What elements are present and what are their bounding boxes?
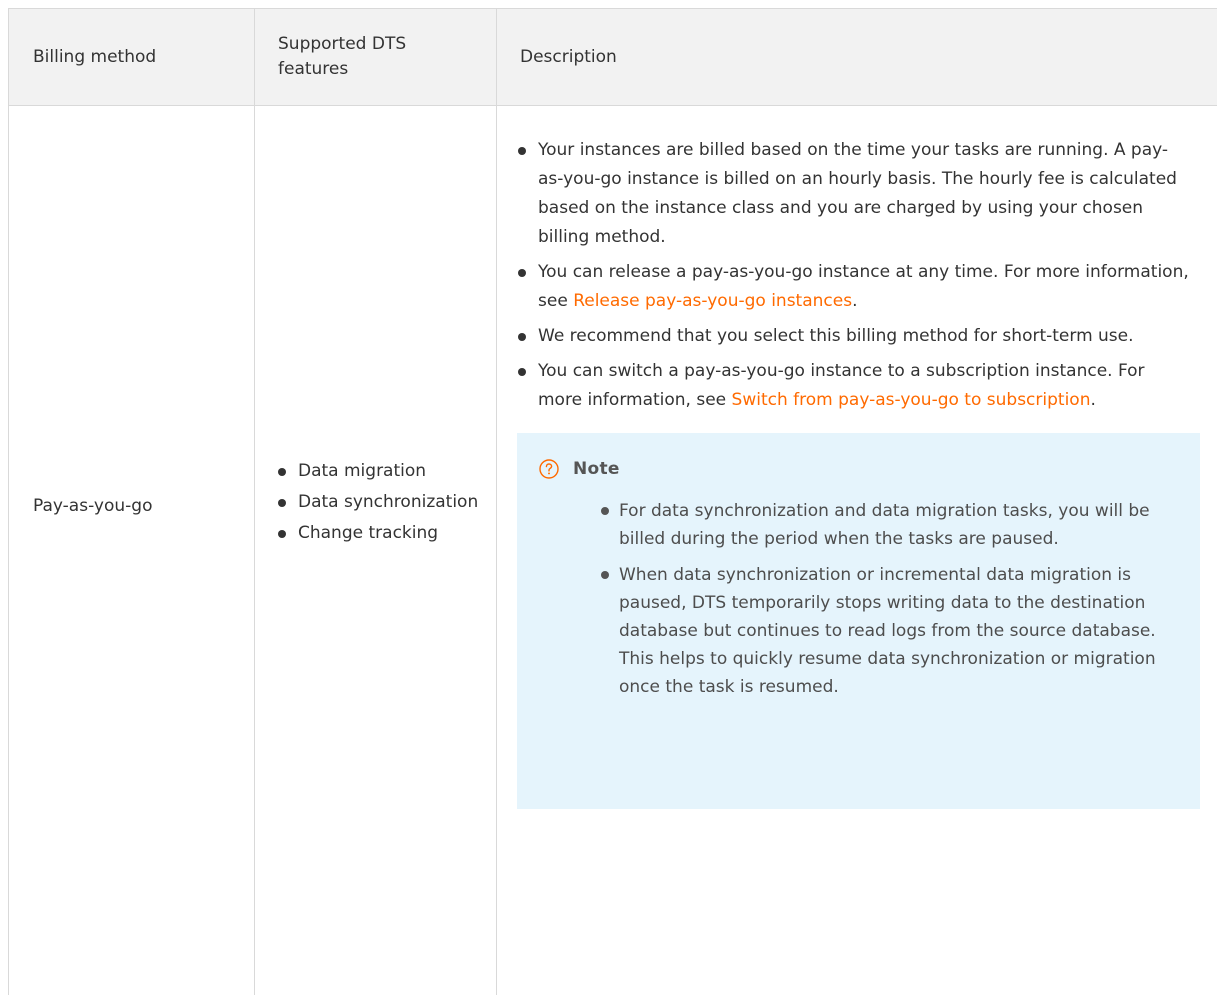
feature-label: Data synchronization [298,492,479,512]
description-cell: Your instances are billed based on the t… [496,106,1217,995]
bullet-icon [518,368,526,376]
list-item: Data synchronization [277,489,478,516]
billing-table: Billing method Supported DTS features De… [8,8,1217,995]
list-item: Change tracking [277,520,478,547]
header-billing-method: Billing method [33,46,157,67]
description-punctuation: . [852,291,858,311]
header-description: Description [520,46,617,67]
switch-billing-link[interactable]: Switch from pay-as-you-go to subscriptio… [732,390,1091,410]
features-list: Data migration Data synchronization Chan… [277,458,478,551]
release-instances-link[interactable]: Release pay-as-you-go instances [573,291,852,311]
bullet-icon [601,571,609,579]
bullet-icon [518,333,526,341]
bullet-icon [278,468,286,476]
note-callout: Note For data synchronization and data m… [517,433,1200,809]
list-item: For data synchronization and data migrat… [601,497,1170,553]
bullet-icon [518,147,526,155]
list-item: When data synchronization or incremental… [601,561,1170,701]
bullet-icon [278,499,286,507]
list-item: Your instances are billed based on the t… [517,136,1190,252]
note-title: Note [573,459,620,479]
note-header: Note [539,455,1170,483]
list-item: You can release a pay-as-you-go instance… [517,258,1190,316]
list-item: Data migration [277,458,478,485]
billing-method-cell: Pay-as-you-go [9,106,254,995]
note-text: For data synchronization and data migrat… [619,501,1150,549]
table-header-row: Billing method Supported DTS features De… [9,9,1217,106]
list-item: We recommend that you select this billin… [517,322,1190,351]
feature-label: Change tracking [298,523,439,543]
note-list: For data synchronization and data migrat… [539,497,1170,701]
description-punctuation: . [1090,390,1096,410]
note-text: When data synchronization or incremental… [619,565,1156,697]
description-text: We recommend that you select this billin… [538,326,1134,346]
list-item: You can switch a pay-as-you-go instance … [517,357,1190,415]
bullet-icon [278,530,286,538]
bullet-icon [518,269,526,277]
billing-method-value: Pay-as-you-go [33,495,153,516]
header-supported-features: Supported DTS features [278,34,407,79]
description-list: Your instances are billed based on the t… [517,136,1190,415]
bullet-icon [601,507,609,515]
description-text: Your instances are billed based on the t… [538,140,1177,247]
supported-features-cell: Data migration Data synchronization Chan… [254,106,496,995]
question-circle-icon [539,459,559,479]
feature-label: Data migration [298,461,427,481]
